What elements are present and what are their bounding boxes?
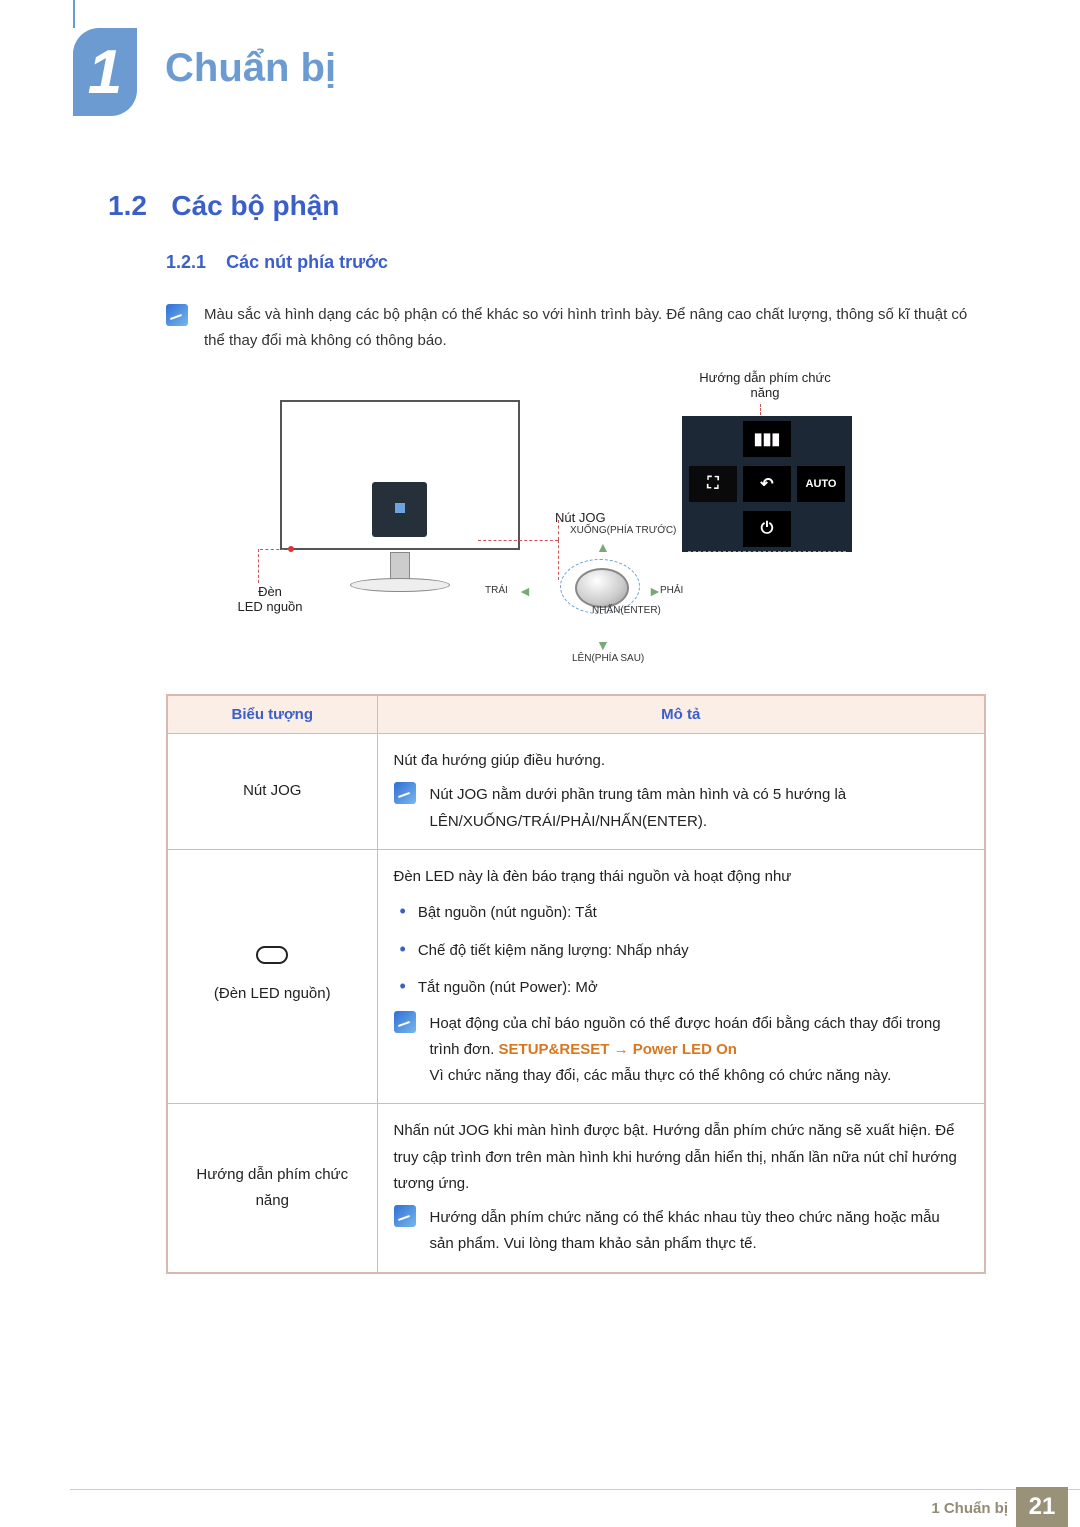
osd-menu-icon: ▮▮▮ <box>743 421 791 457</box>
key-guide-label: Hướng dẫn phím chức năng <box>685 370 845 400</box>
monitor-stand-base <box>350 578 450 592</box>
arrow-down-icon: ▼ <box>596 637 610 653</box>
chapter-title: Chuẩn bị <box>165 46 336 91</box>
chapter-number: 1 <box>88 37 122 108</box>
jog-direction-legend: XUỐNG(PHÍA TRƯỚC) LÊN(PHÍA SAU) TRÁI PHẢ… <box>530 525 680 665</box>
table-row: (Đèn LED nguồn) Đèn LED này là đèn báo t… <box>167 849 985 1104</box>
chapter-badge: 1 <box>73 28 137 116</box>
intro-note-block: Màu sắc và hình dạng các bộ phận có thể … <box>166 302 990 353</box>
dir-enter-label: NHẤN(ENTER) <box>592 605 661 616</box>
th-icon: Biểu tượng <box>167 695 377 734</box>
row-jog-desc: Nút đa hướng giúp điều hướng. Nút JOG nằ… <box>377 734 985 850</box>
th-desc: Mô tả <box>377 695 985 734</box>
dir-right-label: PHẢI <box>660 585 683 596</box>
table-row: Hướng dẫn phím chức năng Nhấn nút JOG kh… <box>167 1104 985 1273</box>
front-buttons-table: Biểu tượng Mô tả Nút JOG Nút đa hướng gi… <box>166 694 986 1274</box>
table-row: Nút JOG Nút đa hướng giúp điều hướng. Nú… <box>167 734 985 850</box>
row-jog-desc-main: Nút đa hướng giúp điều hướng. <box>394 748 969 774</box>
section-title: Các bộ phận <box>171 190 339 221</box>
note-icon <box>394 782 416 804</box>
osd-aspect-icon: ⛶ <box>689 466 737 502</box>
row-led-note: Hoạt động của chỉ báo nguồn có thể được … <box>430 1011 969 1090</box>
section-heading: 1.2 Các bộ phận <box>108 190 339 222</box>
monitor-outline <box>280 400 520 550</box>
note-icon <box>166 304 188 326</box>
row-keyguide-label: Hướng dẫn phím chức năng <box>167 1104 377 1273</box>
list-item: Chế độ tiết kiệm năng lượng: Nhấp nháy <box>400 934 969 966</box>
osd-power-icon: ⏻ <box>743 511 791 547</box>
page-footer: 1 Chuẩn bị 21 <box>0 1479 1080 1527</box>
subsection-number: 1.2.1 <box>166 252 206 272</box>
osd-key-guide-panel: ▮▮▮ ⛶ ↶ AUTO ⏻ Return <box>682 416 852 552</box>
list-item: Bật nguồn (nút nguồn): Tắt <box>400 896 969 928</box>
arrow-right-icon: ► <box>648 583 662 599</box>
subsection-heading: 1.2.1 Các nút phía trước <box>166 252 388 273</box>
row-keyguide-note: Hướng dẫn phím chức năng có thể khác nha… <box>430 1205 969 1258</box>
header-accent-line <box>73 0 75 28</box>
footer-divider <box>70 1489 1080 1490</box>
row-led-desc-main: Đèn LED này là đèn báo trạng thái nguồn … <box>394 864 969 890</box>
osd-return-icon: ↶ <box>743 466 791 502</box>
monitor-osd-preview <box>372 482 427 537</box>
row-jog-note: Nút JOG nằm dưới phần trung tâm màn hình… <box>430 782 969 835</box>
front-buttons-diagram: Đèn LED nguồn Nút JOG Hướng dẫn phím chứ… <box>230 370 900 690</box>
row-jog-label: Nút JOG <box>167 734 377 850</box>
row-led-desc: Đèn LED này là đèn báo trạng thái nguồn … <box>377 849 985 1104</box>
row-led-bullets: Bật nguồn (nút nguồn): Tắt Chế độ tiết k… <box>394 896 969 1003</box>
callout-line <box>260 549 290 550</box>
dir-left-label: TRÁI <box>485 585 508 596</box>
intro-note-text: Màu sắc và hình dạng các bộ phận có thể … <box>204 302 990 353</box>
section-number: 1.2 <box>108 190 147 221</box>
power-led-icon <box>256 946 288 964</box>
power-led-label: Đèn LED nguồn <box>220 584 320 614</box>
subsection-title: Các nút phía trước <box>226 252 388 272</box>
osd-return-label: Return <box>682 552 852 584</box>
dir-down-label: LÊN(PHÍA SAU) <box>572 653 644 664</box>
footer-label: 1 Chuẩn bị <box>931 1500 1008 1517</box>
row-keyguide-desc-main: Nhấn nút JOG khi màn hình được bật. Hướn… <box>394 1118 969 1197</box>
row-keyguide-desc: Nhấn nút JOG khi màn hình được bật. Hướn… <box>377 1104 985 1273</box>
list-item: Tắt nguồn (nút Power): Mở <box>400 971 969 1003</box>
note-icon <box>394 1011 416 1033</box>
footer-page-number: 21 <box>1016 1487 1068 1527</box>
arrow-left-icon: ◄ <box>518 583 532 599</box>
jog-button-label: Nút JOG <box>555 510 606 525</box>
row-led-label-text: (Đèn LED nguồn) <box>214 985 331 1002</box>
callout-line <box>258 549 259 583</box>
row-led-label: (Đèn LED nguồn) <box>167 849 377 1104</box>
osd-auto-button: AUTO <box>797 466 845 502</box>
dir-up-label: XUỐNG(PHÍA TRƯỚC) <box>570 525 676 536</box>
note-icon <box>394 1205 416 1227</box>
arrow-up-icon: ▲ <box>596 539 610 555</box>
